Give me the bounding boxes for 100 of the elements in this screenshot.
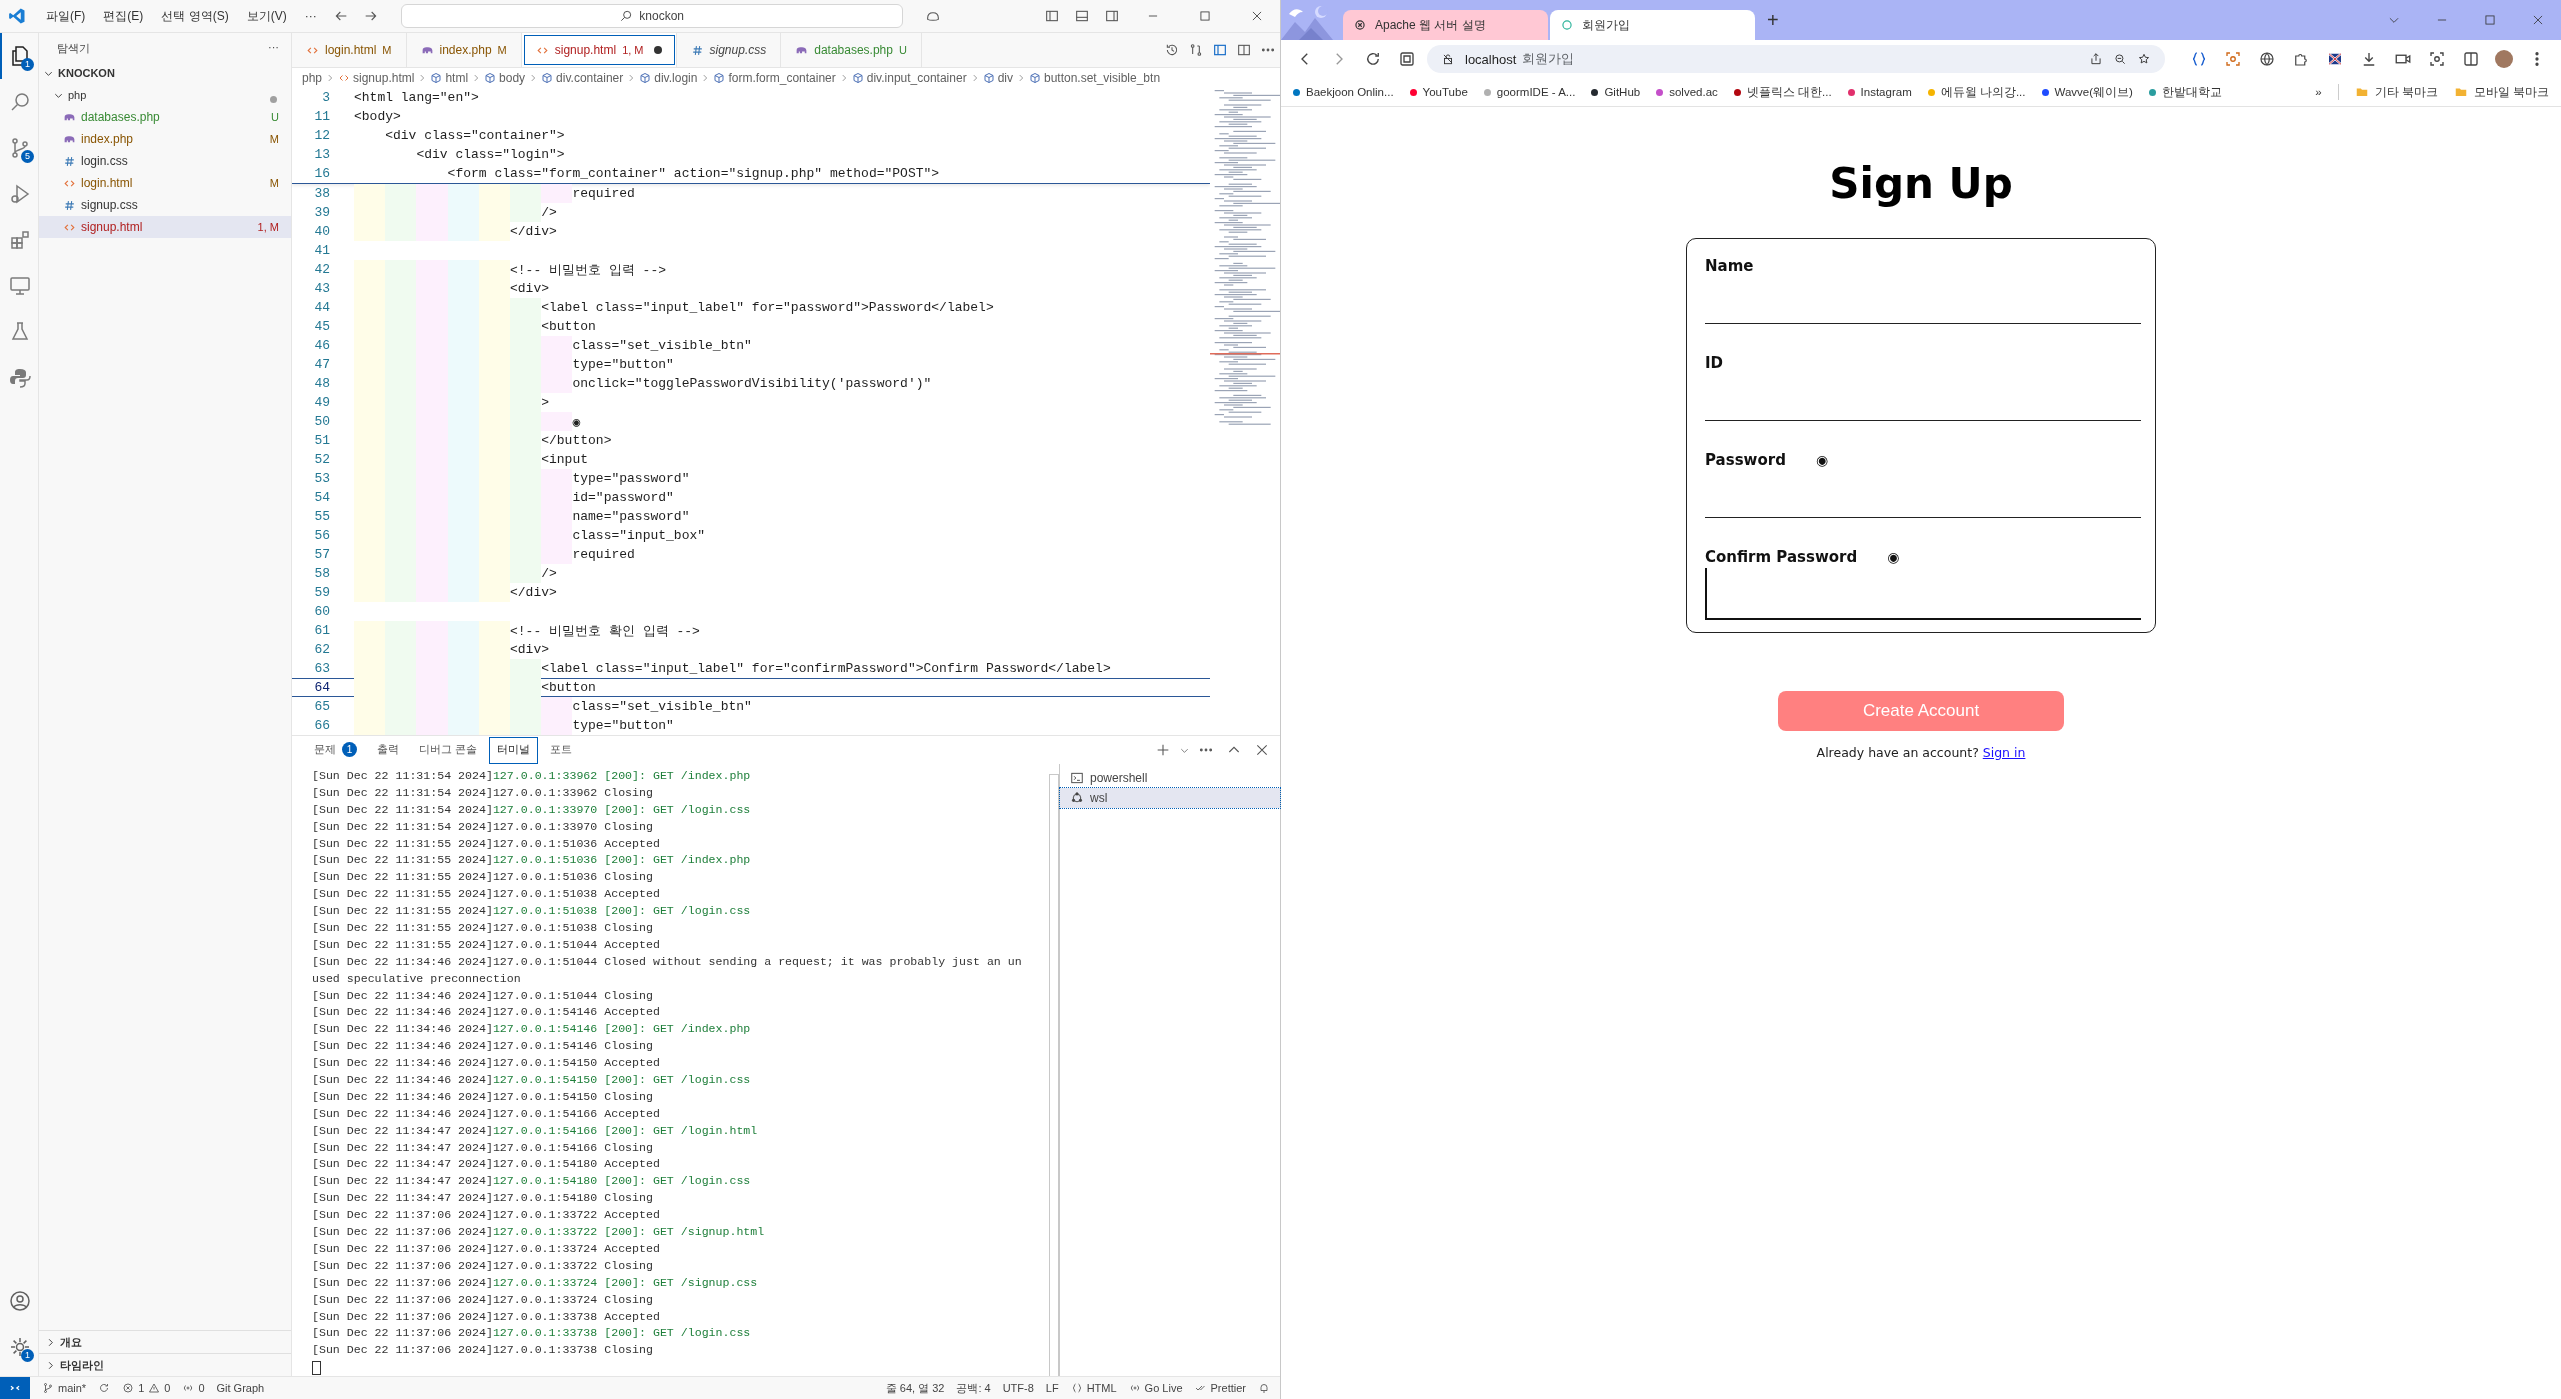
breadcrumb-item[interactable]: body xyxy=(484,71,526,85)
indent-status[interactable]: 공백: 4 xyxy=(956,1380,991,1396)
menu-item[interactable]: 보기(V) xyxy=(240,7,293,25)
sign-in-link[interactable]: Sign in xyxy=(1982,745,2026,760)
input-field[interactable] xyxy=(1705,568,2141,620)
scrollbar[interactable] xyxy=(1049,774,1059,1376)
panel-tab[interactable]: 터미널 xyxy=(489,736,539,764)
breadcrumb-item[interactable]: html xyxy=(430,71,469,85)
line-number: 49 xyxy=(313,395,331,410)
encoding-status[interactable]: UTF-8 xyxy=(1002,1382,1034,1394)
language-status[interactable]: HTML xyxy=(1070,1382,1117,1394)
browser-tab[interactable]: 회원가입 xyxy=(1550,10,1755,40)
address-bar[interactable]: localhost 회원가입 xyxy=(1427,45,2165,73)
bookmark-item[interactable]: Wavve(웨이브) xyxy=(2041,84,2133,100)
bookmark-item[interactable]: 넷플릭스 대한... xyxy=(1733,84,1832,100)
menu-item[interactable]: 파일(F) xyxy=(40,7,92,25)
share-icon[interactable] xyxy=(2089,52,2103,66)
breadcrumb-item[interactable]: form.form_container xyxy=(713,71,836,85)
bookmark-folder[interactable]: 기타 북마크 xyxy=(2354,84,2438,100)
file-item[interactable]: signup.html xyxy=(81,220,253,234)
bookmark-item[interactable]: Instagram xyxy=(1847,86,1912,98)
file-item[interactable]: login.html xyxy=(81,176,265,190)
new-tab-button[interactable]: + xyxy=(1757,8,1789,32)
folder-item[interactable]: php xyxy=(39,84,291,106)
bookmark-item[interactable]: goormIDE - A... xyxy=(1483,86,1576,98)
more-bookmarks-button[interactable]: » xyxy=(2315,86,2322,98)
terminal-line: [Sun Dec 22 11:31:55 2024]127.0.0.1:51036 Accepted xyxy=(312,835,661,852)
remote-icon[interactable] xyxy=(0,1377,30,1399)
spinner-icon xyxy=(1560,18,1574,32)
bell-icon[interactable] xyxy=(1258,1382,1270,1394)
bookmark-item[interactable]: GitHub xyxy=(1591,86,1641,98)
settings-icon[interactable] xyxy=(8,1335,32,1359)
terminal-line: [Sun Dec 22 11:34:46 2024]127.0.0.1:54146 Accepted xyxy=(312,1004,661,1021)
git-graph-status[interactable]: Git Graph xyxy=(216,1382,265,1394)
terminal-item[interactable]: powershell xyxy=(1060,768,1280,788)
folder-item[interactable]: KNOCKON xyxy=(39,62,291,84)
file-item[interactable]: signup.css xyxy=(81,198,279,212)
problems-status[interactable]: 1 0 xyxy=(122,1382,171,1394)
menu-item[interactable]: 편집(E) xyxy=(97,7,150,25)
breadcrumb-item[interactable]: div.container xyxy=(541,71,624,85)
terminal-line: [Sun Dec 22 11:34:46 2024]127.0.0.1:54150 [200]: GET /login.css xyxy=(312,1072,752,1089)
section-header[interactable]: 개요 xyxy=(39,1330,291,1353)
bookmark-item[interactable]: 한밭대학교 xyxy=(2148,84,2222,100)
file-item[interactable]: login.css xyxy=(81,154,279,168)
bookmark-item[interactable]: solved.ac xyxy=(1656,86,1718,98)
editor-tab[interactable]: index.php M xyxy=(406,33,522,67)
monitor-icon[interactable] xyxy=(8,274,32,298)
sync-icon[interactable] xyxy=(98,1382,111,1394)
code-line: type="button" xyxy=(354,716,674,735)
breadcrumb-item[interactable]: div.input_container xyxy=(851,71,967,85)
bookmark-star-icon[interactable] xyxy=(2137,52,2151,66)
account-icon[interactable] xyxy=(8,1289,32,1313)
terminal-item[interactable]: wsl xyxy=(1060,788,1280,808)
breadcrumb-item[interactable]: div xyxy=(982,71,1013,85)
code-line: class="set_visible_btn" xyxy=(354,336,752,355)
editor-tab[interactable]: signup.css xyxy=(676,33,782,67)
command-center[interactable]: knockon xyxy=(400,4,903,28)
snake-icon[interactable] xyxy=(8,366,32,390)
cube-icon xyxy=(541,72,554,84)
play-bug-icon[interactable] xyxy=(8,182,32,206)
line-number: 38 xyxy=(313,186,331,201)
breadcrumb-item[interactable]: div.login xyxy=(639,71,698,85)
editor-tab[interactable]: databases.php U xyxy=(781,33,922,67)
cursor-position[interactable]: 줄 64, 열 32 xyxy=(885,1380,945,1396)
panel-tab[interactable]: 포트 xyxy=(542,736,581,764)
bookmark-item[interactable]: YouTube xyxy=(1409,86,1468,98)
site-info-icon[interactable] xyxy=(1441,52,1455,66)
eol-status[interactable]: LF xyxy=(1045,1382,1059,1394)
visibility-toggle[interactable]: ◉ xyxy=(1815,452,1829,468)
prettier-status[interactable]: Prettier xyxy=(1194,1382,1246,1394)
editor-tab[interactable]: signup.html 1, M xyxy=(521,33,677,67)
visibility-toggle[interactable]: ◉ xyxy=(1887,549,1900,565)
terminal-line: [Sun Dec 22 11:37:06 2024]127.0.0.1:33724 Accepted xyxy=(312,1240,661,1257)
terminal-line: [Sun Dec 22 11:37:06 2024]127.0.0.1:33738 Closing xyxy=(312,1342,654,1359)
terminal-line: [Sun Dec 22 11:31:55 2024]127.0.0.1:51038 Closing xyxy=(312,920,654,936)
go-live-status[interactable]: Go Live xyxy=(1128,1382,1183,1394)
terminal-line: [Sun Dec 22 11:37:06 2024]127.0.0.1:33724 Closing xyxy=(312,1291,654,1308)
file-item[interactable]: index.php xyxy=(81,132,265,146)
terminal-line: [Sun Dec 22 11:34:46 2024]127.0.0.1:51044 Closing xyxy=(312,987,654,1004)
browser-tab[interactable]: Apache 웹 서버 설명 xyxy=(1343,10,1548,40)
profile-avatar[interactable] xyxy=(2495,50,2513,68)
zoom-out-icon[interactable] xyxy=(2113,52,2127,66)
breadcrumb-item[interactable]: php xyxy=(302,71,323,85)
blocks-icon[interactable] xyxy=(8,228,32,252)
breadcrumb-item[interactable]: button.set_visible_btn xyxy=(1028,71,1161,85)
breadcrumb-item[interactable]: signup.html xyxy=(338,71,415,85)
more-button[interactable]: ··· xyxy=(268,41,279,56)
menu-item[interactable]: ··· xyxy=(298,9,323,23)
bookmark-folder[interactable]: 모바일 북마크 xyxy=(2453,84,2549,100)
menu-item[interactable]: 선택 영역(S) xyxy=(155,7,235,25)
bookmark-item[interactable]: Baekjoon Onlin... xyxy=(1293,86,1394,98)
count-badge: 1 xyxy=(21,58,34,71)
editor-tab[interactable]: login.html M xyxy=(292,33,407,67)
branch-status[interactable]: main* xyxy=(42,1382,87,1394)
ports-status[interactable]: 0 xyxy=(182,1382,205,1394)
panel-tab[interactable]: 문제 1 xyxy=(306,736,365,764)
panel-tab[interactable]: 출력 xyxy=(369,736,407,764)
file-item[interactable]: databases.php xyxy=(81,110,267,124)
panel-tab[interactable]: 디버그 콘솔 xyxy=(411,736,486,764)
bookmark-item[interactable]: 에듀윌 나의강... xyxy=(1927,84,2026,100)
